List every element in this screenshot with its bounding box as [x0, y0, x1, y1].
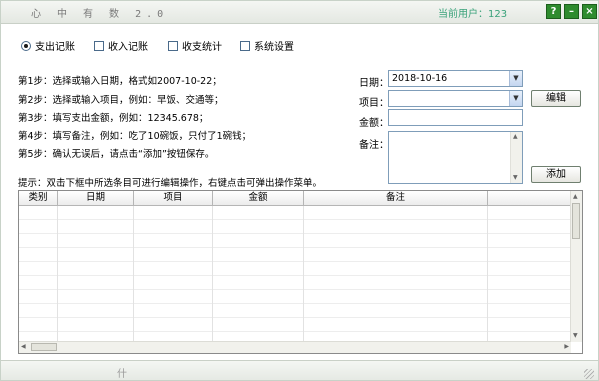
date-value: 2018-10-16: [392, 73, 448, 84]
scroll-up-icon[interactable]: ▲: [513, 133, 518, 141]
tab-expense[interactable]: 支出记账: [21, 38, 75, 53]
dropdown-arrow-icon[interactable]: ▼: [509, 91, 522, 106]
column-header-filler: [488, 191, 582, 205]
note-scrollbar[interactable]: ▲ ▼: [510, 132, 522, 183]
radio-selected-icon: [21, 41, 31, 51]
records-table[interactable]: 类别 日期 项目 金额 备注 ▲ ▼ ◀ ▶: [18, 190, 583, 354]
scroll-down-icon[interactable]: ▼: [513, 174, 518, 182]
vertical-scroll-thumb[interactable]: [572, 203, 580, 239]
scroll-down-icon[interactable]: ▼: [573, 332, 578, 340]
column-header-category[interactable]: 类别: [19, 191, 58, 205]
app-title: 心 中 有 数 2.0: [31, 9, 169, 20]
table-vertical-scrollbar[interactable]: ▲ ▼: [570, 191, 582, 342]
app-window: 心 中 有 数 2.0 当前用户：123 ? – × 支出记账 收入记账 收支统…: [0, 0, 599, 381]
status-bar: 什: [1, 360, 598, 380]
amount-input[interactable]: [388, 109, 523, 126]
step-2-text: 第2步：选择或输入项目，例如：早饭、交通等；: [18, 95, 224, 106]
column-header-item[interactable]: 项目: [134, 191, 213, 205]
dropdown-arrow-icon[interactable]: ▼: [509, 71, 522, 86]
date-label: 日期：: [359, 78, 389, 89]
note-label: 备注：: [359, 140, 389, 151]
hint-text: 提示：双击下框中所选条目可进行编辑操作，右键点击可弹出操作菜单。: [18, 178, 323, 189]
tab-expense-label: 支出记账: [35, 42, 75, 53]
title-bar[interactable]: 心 中 有 数 2.0 当前用户：123 ? – ×: [1, 1, 598, 24]
column-header-amount[interactable]: 金额: [213, 191, 304, 205]
table-body[interactable]: [19, 206, 571, 343]
table-horizontal-scrollbar[interactable]: ◀ ▶: [19, 341, 571, 353]
horizontal-scroll-thumb[interactable]: [31, 343, 57, 351]
scroll-up-icon[interactable]: ▲: [573, 193, 578, 201]
minimize-icon[interactable]: –: [564, 4, 579, 19]
status-text: 什: [117, 369, 127, 380]
add-button[interactable]: 添加: [531, 166, 581, 183]
step-3-text: 第3步：填写支出金额，例如：12345.678；: [18, 113, 209, 124]
tab-settings-label: 系统设置: [254, 42, 294, 53]
close-icon[interactable]: ×: [582, 4, 597, 19]
current-user-label: 当前用户：123: [438, 9, 508, 20]
table-header: 类别 日期 项目 金额 备注: [19, 191, 582, 206]
item-label: 项目：: [359, 98, 389, 109]
checkbox-icon: [168, 41, 178, 51]
edit-button[interactable]: 编辑: [531, 90, 581, 107]
amount-label: 金额：: [359, 118, 389, 129]
tab-income[interactable]: 收入记账: [94, 38, 148, 53]
tab-settings[interactable]: 系统设置: [240, 38, 294, 53]
step-5-text: 第5步：确认无误后，请点击“添加”按钮保存。: [18, 149, 215, 160]
column-header-date[interactable]: 日期: [58, 191, 134, 205]
scroll-left-icon[interactable]: ◀: [21, 343, 26, 351]
tab-statistics-label: 收支统计: [182, 42, 222, 53]
item-select[interactable]: ▼: [388, 90, 523, 107]
step-1-text: 第1步：选择或输入日期，格式如2007-10-22；: [18, 76, 222, 87]
resize-grip-icon[interactable]: [584, 369, 594, 379]
column-header-note[interactable]: 备注: [304, 191, 488, 205]
step-4-text: 第4步：填写备注，例如：吃了10碗饭，只付了1碗钱；: [18, 131, 252, 142]
tab-income-label: 收入记账: [108, 42, 148, 53]
tab-statistics[interactable]: 收支统计: [168, 38, 222, 53]
scroll-right-icon[interactable]: ▶: [564, 343, 569, 351]
checkbox-icon: [94, 41, 104, 51]
help-icon[interactable]: ?: [546, 4, 561, 19]
checkbox-icon: [240, 41, 250, 51]
date-select[interactable]: 2018-10-16 ▼: [388, 70, 523, 87]
note-textarea[interactable]: ▲ ▼: [388, 131, 523, 184]
